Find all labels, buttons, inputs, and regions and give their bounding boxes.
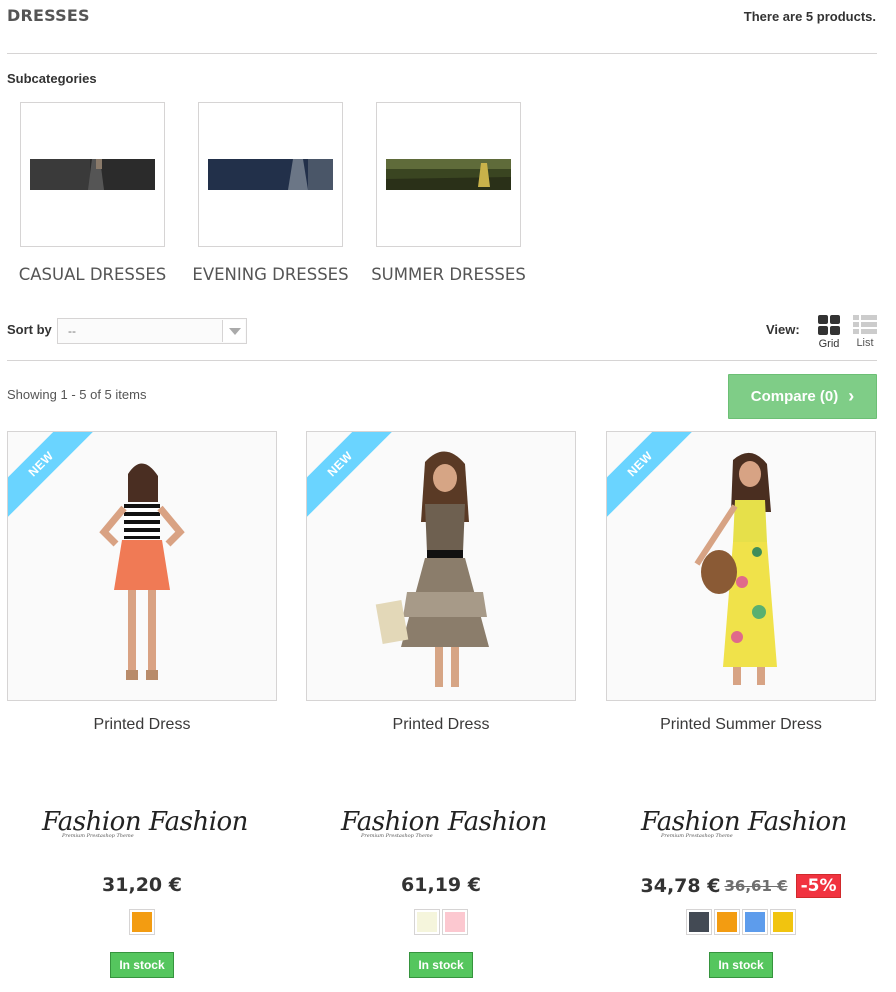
availability: In stock <box>606 952 876 978</box>
compare-button[interactable]: Compare (0) › <box>728 374 877 419</box>
product-image[interactable]: NEW <box>7 431 277 701</box>
compare-label: Compare (0) <box>750 388 839 405</box>
color-swatch[interactable] <box>686 909 712 935</box>
new-ribbon: NEW <box>8 432 94 518</box>
casual-dresses-image <box>30 159 155 190</box>
view-grid-label: Grid <box>818 338 840 350</box>
product-name[interactable]: Printed Dress <box>306 716 576 734</box>
subcategory-name[interactable]: SUMMER DRESSES <box>356 264 541 286</box>
view-grid-button[interactable]: Grid <box>812 315 846 350</box>
new-badge: NEW <box>307 432 393 518</box>
new-badge: NEW <box>8 432 94 518</box>
new-ribbon: NEW <box>607 432 693 518</box>
brand-logo: Fashion Fashion Premium Prestashop Theme <box>42 807 248 841</box>
in-stock-badge: In stock <box>409 952 473 978</box>
color-list <box>306 909 576 935</box>
product-name[interactable]: Printed Dress <box>7 716 277 734</box>
brand-tagline: Premium Prestashop Theme <box>62 833 134 839</box>
color-swatch[interactable] <box>442 909 468 935</box>
sort-value: -- <box>68 324 76 338</box>
color-swatch[interactable] <box>414 909 440 935</box>
subcategory-thumbnail[interactable] <box>20 102 165 247</box>
color-swatch[interactable] <box>770 909 796 935</box>
price-row: 31,20 € <box>7 874 277 896</box>
category-title: DRESSES <box>7 6 90 25</box>
list-icon <box>853 315 877 334</box>
new-badge: NEW <box>607 432 693 518</box>
availability: In stock <box>306 952 576 978</box>
new-ribbon: NEW <box>307 432 393 518</box>
subcategory-name[interactable]: CASUAL DRESSES <box>0 264 185 286</box>
subcategory-name[interactable]: EVENING DRESSES <box>178 264 363 286</box>
sort-select[interactable]: -- <box>57 318 247 344</box>
price-row: 61,19 € <box>306 874 576 896</box>
product-image[interactable]: NEW <box>606 431 876 701</box>
availability: In stock <box>7 952 277 978</box>
grid-icon <box>818 315 840 335</box>
price: 31,20 € <box>102 874 182 896</box>
view-list-button[interactable]: List <box>848 315 882 349</box>
price-row: 34,78 € 36,61 € -5% <box>606 874 876 898</box>
subcategories-title: Subcategories <box>7 71 97 86</box>
summer-dresses-image <box>386 159 511 190</box>
subcategory-thumbnail[interactable] <box>198 102 343 247</box>
product-counter: There are 5 products. <box>743 9 876 24</box>
chevron-right-icon: › <box>848 386 855 406</box>
color-list <box>7 909 277 935</box>
sort-label: Sort by <box>7 322 52 337</box>
evening-dresses-image <box>208 159 333 190</box>
brand-logo: Fashion Fashion Premium Prestashop Theme <box>341 807 547 841</box>
divider <box>7 53 877 54</box>
brand-tagline: Premium Prestashop Theme <box>661 833 733 839</box>
subcategory-thumbnail[interactable] <box>376 102 521 247</box>
view-list-label: List <box>856 337 874 349</box>
product-image[interactable]: NEW <box>306 431 576 701</box>
subcategory-casual[interactable]: CASUAL DRESSES <box>19 102 166 284</box>
price: 61,19 € <box>401 874 481 896</box>
price: 34,78 € <box>640 875 721 897</box>
color-swatch[interactable] <box>129 909 155 935</box>
in-stock-badge: In stock <box>709 952 773 978</box>
discount-badge: -5% <box>795 874 842 898</box>
subcategory-summer[interactable]: SUMMER DRESSES <box>371 102 526 284</box>
old-price: 36,61 € <box>724 877 788 895</box>
color-list <box>606 909 876 935</box>
product-name[interactable]: Printed Summer Dress <box>606 716 876 734</box>
chevron-down-icon[interactable] <box>222 320 245 342</box>
brand-logo: Fashion Fashion Premium Prestashop Theme <box>641 807 847 841</box>
in-stock-badge: In stock <box>110 952 174 978</box>
color-swatch[interactable] <box>714 909 740 935</box>
view-label: View: <box>766 322 800 337</box>
subcategory-evening[interactable]: EVENING DRESSES <box>192 102 349 284</box>
color-swatch[interactable] <box>742 909 768 935</box>
showing-count: Showing 1 - 5 of 5 items <box>7 387 147 402</box>
divider <box>7 360 877 361</box>
brand-tagline: Premium Prestashop Theme <box>361 833 433 839</box>
